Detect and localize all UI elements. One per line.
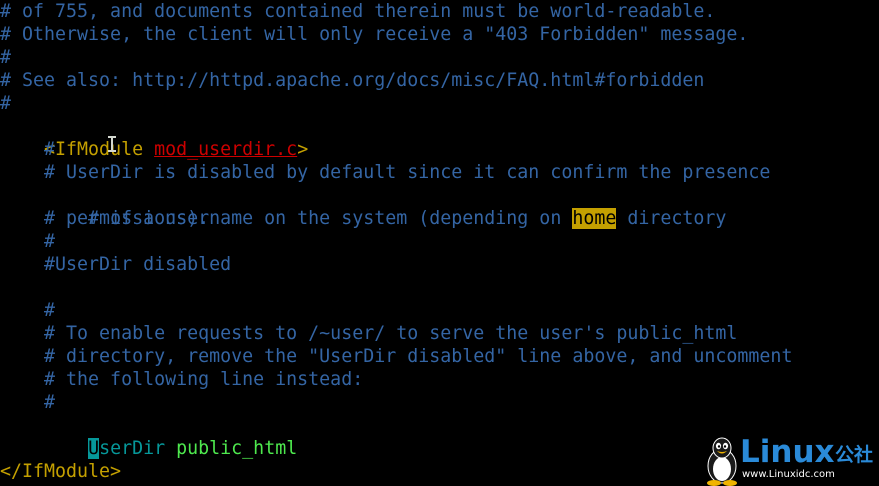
code-line-18: #	[0, 392, 56, 413]
ifmodule-open-tag-close: >	[297, 139, 309, 160]
watermark-logo: Linux 公社 www.Linuxidc.com	[702, 434, 879, 486]
module-name: mod_userdir.c	[154, 139, 298, 160]
code-line-6: <IfModule mod_userdir.c>	[0, 115, 308, 160]
userdir-directive: serDir	[99, 438, 166, 459]
code-line-15: # To enable requests to /~user/ to serve…	[0, 323, 738, 344]
code-line-10: # permissions).	[0, 208, 210, 229]
code-line-7: #	[0, 139, 56, 160]
search-match-highlight: home	[572, 208, 617, 229]
code-line-17: # the following line instead:	[0, 369, 364, 390]
terminal-window[interactable]: # of 755, and documents contained therei…	[0, 0, 879, 486]
code-line-4: # See also: http://httpd.apache.org/docs…	[0, 70, 705, 91]
code-line-19-indent	[44, 438, 88, 459]
code-line-3: #	[0, 47, 12, 68]
ifmodule-open-tag: <IfModule	[44, 139, 155, 160]
code-line-19-space	[165, 438, 176, 459]
code-line-9-after: directory	[616, 208, 727, 229]
userdir-value: public_html	[176, 438, 298, 459]
code-line-19: UserDir public_html	[0, 414, 297, 459]
watermark-name-cn: 公社	[835, 444, 874, 466]
code-line-21: </IfModule>	[0, 461, 122, 482]
watermark-name: Linux	[740, 434, 835, 470]
code-line-9: # of a username on the system (depending…	[0, 184, 726, 229]
code-line-2: # Otherwise, the client will only receiv…	[0, 24, 749, 45]
code-line-1: # of 755, and documents contained therei…	[0, 1, 716, 22]
text-cursor: U	[88, 438, 100, 459]
code-line-8: # UserDir is disabled by default since i…	[0, 162, 771, 183]
code-line-14: #	[0, 300, 56, 321]
watermark-url: www.Linuxidc.com	[742, 469, 835, 480]
tux-penguin-icon	[707, 437, 737, 486]
code-line-16: # directory, remove the "UserDir disable…	[0, 346, 793, 367]
code-line-12: #UserDir disabled	[0, 254, 232, 275]
code-line-5: #	[0, 93, 12, 114]
code-line-11: #	[0, 231, 56, 252]
text-ibeam-icon	[108, 136, 116, 152]
